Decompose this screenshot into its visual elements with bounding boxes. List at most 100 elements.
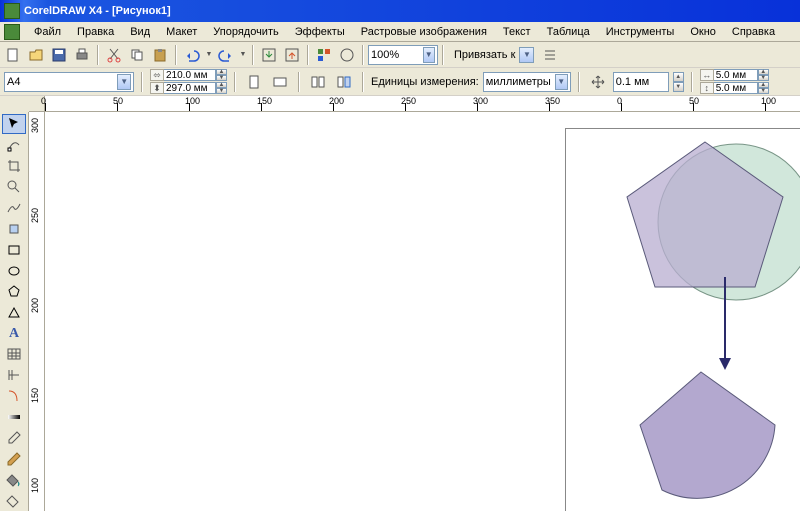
nudge-icon [587, 71, 609, 93]
crop-tool[interactable] [2, 156, 26, 176]
fill-tool[interactable] [2, 470, 26, 490]
cut-button[interactable] [103, 44, 125, 66]
landscape-button[interactable] [269, 71, 291, 93]
app-icon [4, 3, 20, 19]
interactive-fill-tool[interactable] [2, 491, 26, 511]
dimension-tool[interactable] [2, 365, 26, 385]
eyedropper-tool[interactable] [2, 428, 26, 448]
options-button[interactable] [539, 44, 561, 66]
chevron-down-icon[interactable]: ▼ [519, 47, 534, 63]
paper-size-input[interactable] [7, 76, 117, 88]
redo-dropdown[interactable]: ▼ [238, 44, 248, 66]
polygon-tool[interactable] [2, 282, 26, 302]
undo-dropdown[interactable]: ▼ [204, 44, 214, 66]
menu-arrange[interactable]: Упорядочить [205, 24, 286, 40]
pick-tool[interactable] [2, 114, 26, 134]
units-label: Единицы измерения: [371, 76, 479, 88]
separator [175, 45, 177, 65]
app-launcher-button[interactable] [313, 44, 335, 66]
shape-tool[interactable] [2, 135, 26, 155]
smart-fill-tool[interactable] [2, 219, 26, 239]
copy-button[interactable] [126, 44, 148, 66]
portrait-button[interactable] [243, 71, 265, 93]
ruler-vertical[interactable]: 300250200150100 [29, 112, 45, 511]
new-button[interactable] [2, 44, 24, 66]
save-button[interactable] [48, 44, 70, 66]
import-button[interactable] [258, 44, 280, 66]
units-combo[interactable]: ▼ [483, 72, 571, 92]
menu-help[interactable]: Справка [724, 24, 783, 40]
menu-tools[interactable]: Инструменты [598, 24, 683, 40]
height-spinner[interactable]: ▲▼ [216, 82, 227, 94]
nudge-input[interactable] [616, 76, 666, 88]
menu-effects[interactable]: Эффекты [287, 24, 353, 40]
dup-y-spinner[interactable]: ▲▼ [758, 82, 769, 94]
dup-x-spinner[interactable]: ▲▼ [758, 69, 769, 81]
menu-table[interactable]: Таблица [539, 24, 598, 40]
canvas[interactable] [45, 112, 800, 511]
welcome-button[interactable] [336, 44, 358, 66]
page-width-input[interactable]: 210.0 мм [164, 69, 216, 81]
menu-edit[interactable]: Правка [69, 24, 122, 40]
freehand-tool[interactable] [2, 198, 26, 218]
title-text: CorelDRAW X4 - [Рисунок1] [24, 5, 171, 17]
basic-shapes-tool[interactable] [2, 303, 26, 323]
menu-text[interactable]: Текст [495, 24, 539, 40]
separator [234, 72, 236, 92]
all-pages-button[interactable] [307, 71, 329, 93]
print-button[interactable] [71, 44, 93, 66]
separator [362, 72, 364, 92]
paste-button[interactable] [149, 44, 171, 66]
outline-tool[interactable] [2, 449, 26, 469]
ellipse-tool[interactable] [2, 261, 26, 281]
menu-window[interactable]: Окно [682, 24, 724, 40]
table-tool[interactable] [2, 344, 26, 364]
undo-button[interactable] [181, 44, 203, 66]
width-icon: ⬄ [150, 69, 164, 81]
page [565, 128, 800, 511]
nudge-spinner[interactable]: ▲▼ [673, 72, 684, 92]
property-bar: ▼ ⬄ 210.0 мм ▲▼ ⬍ 297.0 мм ▲▼ Единицы из… [0, 68, 800, 96]
duplicate-distance: ↔ 5.0 мм ▲▼ ↕ 5.0 мм ▲▼ [700, 69, 769, 94]
units-input[interactable] [486, 76, 555, 88]
separator [141, 72, 143, 92]
toolbox: A [0, 112, 29, 511]
redo-button[interactable] [215, 44, 237, 66]
separator [252, 45, 254, 65]
dup-y-input[interactable]: 5.0 мм [714, 82, 758, 94]
dup-x-input[interactable]: 5.0 мм [714, 69, 758, 81]
menu-view[interactable]: Вид [122, 24, 158, 40]
rectangle-tool[interactable] [2, 240, 26, 260]
page-height-input[interactable]: 297.0 мм [164, 82, 216, 94]
dup-y-icon: ↕ [700, 82, 714, 94]
menu-file[interactable]: Файл [26, 24, 69, 40]
width-spinner[interactable]: ▲▼ [216, 69, 227, 81]
menu-bitmaps[interactable]: Растровые изображения [353, 24, 495, 40]
dup-x-icon: ↔ [700, 69, 714, 81]
workarea: A 300250200150100 [0, 112, 800, 511]
zoom-input[interactable] [371, 49, 423, 61]
nudge-input-wrap[interactable] [613, 72, 669, 92]
open-button[interactable] [25, 44, 47, 66]
chevron-down-icon[interactable]: ▼ [423, 47, 435, 63]
chevron-down-icon[interactable]: ▼ [117, 74, 131, 90]
ruler-horizontal[interactable]: 050100150200250300350050100 [29, 96, 800, 112]
zoom-tool[interactable] [2, 177, 26, 197]
zoom-combo[interactable]: ▼ [368, 45, 438, 65]
paper-size-combo[interactable]: ▼ [4, 72, 134, 92]
text-tool[interactable]: A [2, 324, 26, 344]
titlebar: CorelDRAW X4 - [Рисунок1] [0, 0, 800, 22]
connector-tool[interactable] [2, 386, 26, 406]
chevron-down-icon[interactable]: ▼ [555, 74, 568, 90]
separator [442, 45, 444, 65]
separator [307, 45, 309, 65]
standard-toolbar: ▼ ▼ ▼ Привязать к ▼ [0, 42, 800, 68]
interactive-tool[interactable] [2, 407, 26, 427]
snap-label: Привязать к [450, 49, 519, 61]
height-icon: ⬍ [150, 82, 164, 94]
export-button[interactable] [281, 44, 303, 66]
snap-combo[interactable]: Привязать к ▼ [448, 45, 538, 65]
new-doc-icon[interactable] [4, 24, 20, 40]
menu-layout[interactable]: Макет [158, 24, 205, 40]
current-page-button[interactable] [333, 71, 355, 93]
